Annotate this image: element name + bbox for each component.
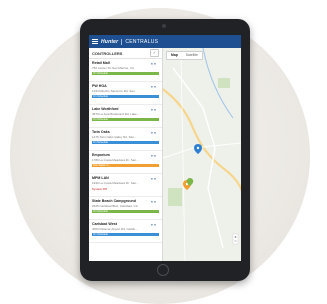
controller-status: System Off: [92, 186, 107, 191]
map-zoom-controls[interactable]: [232, 233, 239, 245]
controller-programs-icon[interactable]: ≡ ≡: [151, 62, 156, 66]
controller-list-item[interactable]: Emporium 1780 La Costa Meadows Dr, San...…: [89, 151, 162, 174]
controller-programs-icon[interactable]: ≡ ≡: [151, 154, 156, 158]
map-canvas[interactable]: [163, 48, 241, 261]
controller-list-item[interactable]: Carlsbad West 4000 Palomar Airport Rd, Ca…: [89, 220, 162, 243]
controller-programs-icon[interactable]: ≡ ≡: [151, 177, 156, 181]
controller-list: Retail Mall 750 Center St, San Marcos, CA…: [89, 59, 162, 243]
controller-list-item[interactable]: Lake Worthford 4570 La Jara Boulevard Rd,…: [89, 105, 162, 128]
controller-name: Lake Worthford: [92, 107, 119, 111]
controller-programs-icon[interactable]: ≡ ≡: [151, 223, 156, 227]
tab-satellite[interactable]: Satellite: [182, 52, 202, 59]
select-check-icon[interactable]: ✓: [150, 49, 159, 57]
controller-address: 4000 Palomar Airport Rd, Carlsb...: [92, 226, 138, 231]
controller-name: State Beach Campground: [92, 199, 136, 203]
controllers-panel: CONTROLLERS ✓ Retail Mall 750 Center St, …: [89, 48, 163, 261]
controller-address: 4570 La Jara Boulevard Rd, Lake...: [92, 111, 140, 116]
controller-name: Twin Oaks: [92, 130, 110, 134]
controller-status: On Schedule: [92, 209, 159, 213]
map-type-tabs: Map Satellite: [166, 51, 203, 60]
controller-status: On Schedule: [92, 71, 159, 75]
header-divider: [121, 38, 123, 45]
controller-programs-icon[interactable]: ≡ ≡: [151, 85, 156, 89]
map-panel[interactable]: Map Satellite: [163, 48, 241, 261]
tab-map[interactable]: Map: [167, 52, 182, 59]
map-park-2: [218, 78, 230, 88]
controller-address: 1475 Twin Oaks Valley Rd, San...: [92, 134, 137, 139]
controller-programs-icon[interactable]: ≡ ≡: [151, 131, 156, 135]
brand-logo: Hunter: [101, 38, 119, 45]
controller-status: On Schedule: [92, 117, 159, 121]
controller-status: On Schedule: [92, 140, 159, 144]
tablet-device: Hunter CENTRALUS CONTROLLERS ✓ Retail Ma…: [80, 19, 250, 281]
controller-list-item[interactable]: Retail Mall 750 Center St, San Marcos, CA…: [89, 59, 162, 82]
controller-programs-icon[interactable]: ≡ ≡: [151, 200, 156, 204]
controller-address: 750 Center St, San Marcos, CA: [92, 65, 135, 70]
controller-name: MPM LAN: [92, 176, 109, 180]
controller-address: 1234 Rancho Santa Fe Rd, San...: [92, 88, 138, 93]
controller-address: 1780 La Costa Meadows Dr, San...: [92, 157, 139, 162]
controller-status: On Schedule: [92, 94, 159, 98]
controller-address: 1940 La Costa Meadows Dr, San...: [92, 180, 139, 185]
controller-list-item[interactable]: MPM LAN 1940 La Costa Meadows Dr, San... ≡…: [89, 174, 162, 197]
home-button[interactable]: [157, 264, 169, 276]
controllers-title: CONTROLLERS: [92, 50, 123, 56]
controller-list-item[interactable]: Twin Oaks 1475 Twin Oaks Valley Rd, San..…: [89, 128, 162, 151]
controller-list-item[interactable]: State Beach Campground 2625 Carlsbad Blvd…: [89, 197, 162, 220]
app-header: Hunter CENTRALUS: [89, 35, 241, 48]
controller-name: Retail Mall: [92, 61, 110, 65]
controller-programs-icon[interactable]: ≡ ≡: [151, 108, 156, 112]
tablet-screen: Hunter CENTRALUS CONTROLLERS ✓ Retail Ma…: [89, 35, 241, 261]
controller-name: PW HOA: [92, 84, 107, 88]
hamburger-menu-icon[interactable]: [92, 39, 98, 44]
controllers-header: CONTROLLERS ✓: [89, 48, 162, 59]
product-name: CENTRALUS: [125, 38, 159, 45]
controller-name: Emporium: [92, 153, 110, 157]
controller-list-item[interactable]: PW HOA 1234 Rancho Santa Fe Rd, San... ≡ ≡…: [89, 82, 162, 105]
camera-dot: [162, 24, 166, 28]
controller-name: Carlsbad West: [92, 222, 117, 226]
controller-address: 2625 Carlsbad Blvd, Carlsbad, CA: [92, 203, 138, 208]
controller-status: Run Station 1...: [92, 163, 159, 167]
map-park: [168, 188, 182, 206]
controller-status: On Schedule: [92, 232, 159, 236]
